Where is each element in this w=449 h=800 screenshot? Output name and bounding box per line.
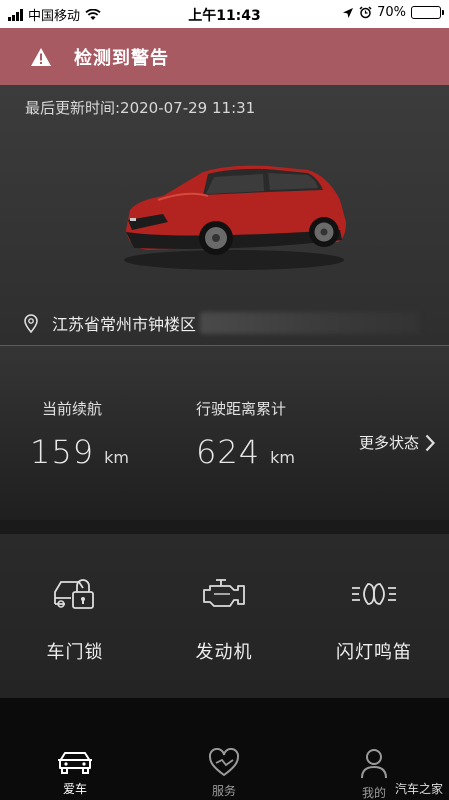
door-lock-label: 车门锁 — [46, 642, 104, 663]
car-door-lock-icon — [54, 579, 94, 609]
more-status-button[interactable]: 更多状态 — [359, 432, 435, 453]
location-arrow-icon — [343, 7, 354, 18]
headlight-horn-icon — [352, 583, 396, 605]
heart-service-icon — [208, 748, 240, 777]
location-row: 江苏省常州市钟楼区 — [22, 311, 421, 335]
engine-label: 发动机 — [195, 642, 253, 663]
location-text: 江苏省常州市钟楼区 — [52, 315, 197, 334]
engine-icon — [203, 579, 245, 607]
chevron-right-icon — [425, 434, 435, 451]
address-redacted-blur — [200, 312, 421, 334]
tab-service[interactable]: 服务 — [174, 748, 274, 799]
range-value: 159 — [30, 433, 95, 471]
car-icon — [58, 752, 92, 774]
odometer-stat: 行驶距离累计 624 km — [196, 398, 295, 471]
watermark: 汽车之家 — [394, 782, 443, 796]
warning-title: 检测到警告 — [74, 47, 169, 69]
remote-controls-panel: 车门锁 发动机 闪灯鸣笛 — [0, 534, 449, 698]
person-icon — [361, 749, 387, 779]
tab-my-car-label: 爱车 — [62, 782, 87, 796]
flash-horn-control[interactable]: 闪灯鸣笛 — [299, 574, 449, 664]
alarm-clock-icon — [359, 6, 372, 19]
odometer-unit: km — [270, 448, 295, 467]
battery-icon — [411, 6, 444, 19]
vehicle-panel: 最后更新时间:2020-07-29 11:31 江苏省常州市钟楼区 — [0, 85, 449, 345]
section-gap — [0, 520, 449, 534]
range-unit: km — [104, 448, 129, 467]
odometer-label: 行驶距离累计 — [196, 400, 287, 418]
more-status-label: 更多状态 — [358, 434, 419, 452]
last-updated-text: 最后更新时间:2020-07-29 11:31 — [25, 99, 256, 117]
battery-percent: 70% — [377, 5, 406, 20]
car-image — [124, 165, 346, 270]
tab-my-car[interactable]: 爱车 — [25, 748, 125, 797]
flash-horn-label: 闪灯鸣笛 — [336, 642, 412, 663]
odometer-value: 624 — [196, 433, 261, 471]
range-label: 当前续航 — [42, 400, 103, 418]
location-pin-icon — [24, 314, 38, 333]
bottom-tab-bar: 爱车 服务 我的 — [0, 698, 449, 800]
warning-banner[interactable]: 检测到警告 — [0, 28, 449, 85]
status-bar: 中国移动 上午11:43 70% — [0, 0, 449, 28]
vehicle-stats-panel: 当前续航 159 km 行驶距离累计 624 km 更多状态 — [0, 346, 449, 520]
warning-icon — [31, 47, 51, 66]
door-lock-control[interactable]: 车门锁 — [0, 574, 150, 664]
range-stat: 当前续航 159 km — [30, 398, 129, 471]
engine-control[interactable]: 发动机 — [149, 574, 299, 664]
tab-service-label: 服务 — [211, 784, 236, 798]
